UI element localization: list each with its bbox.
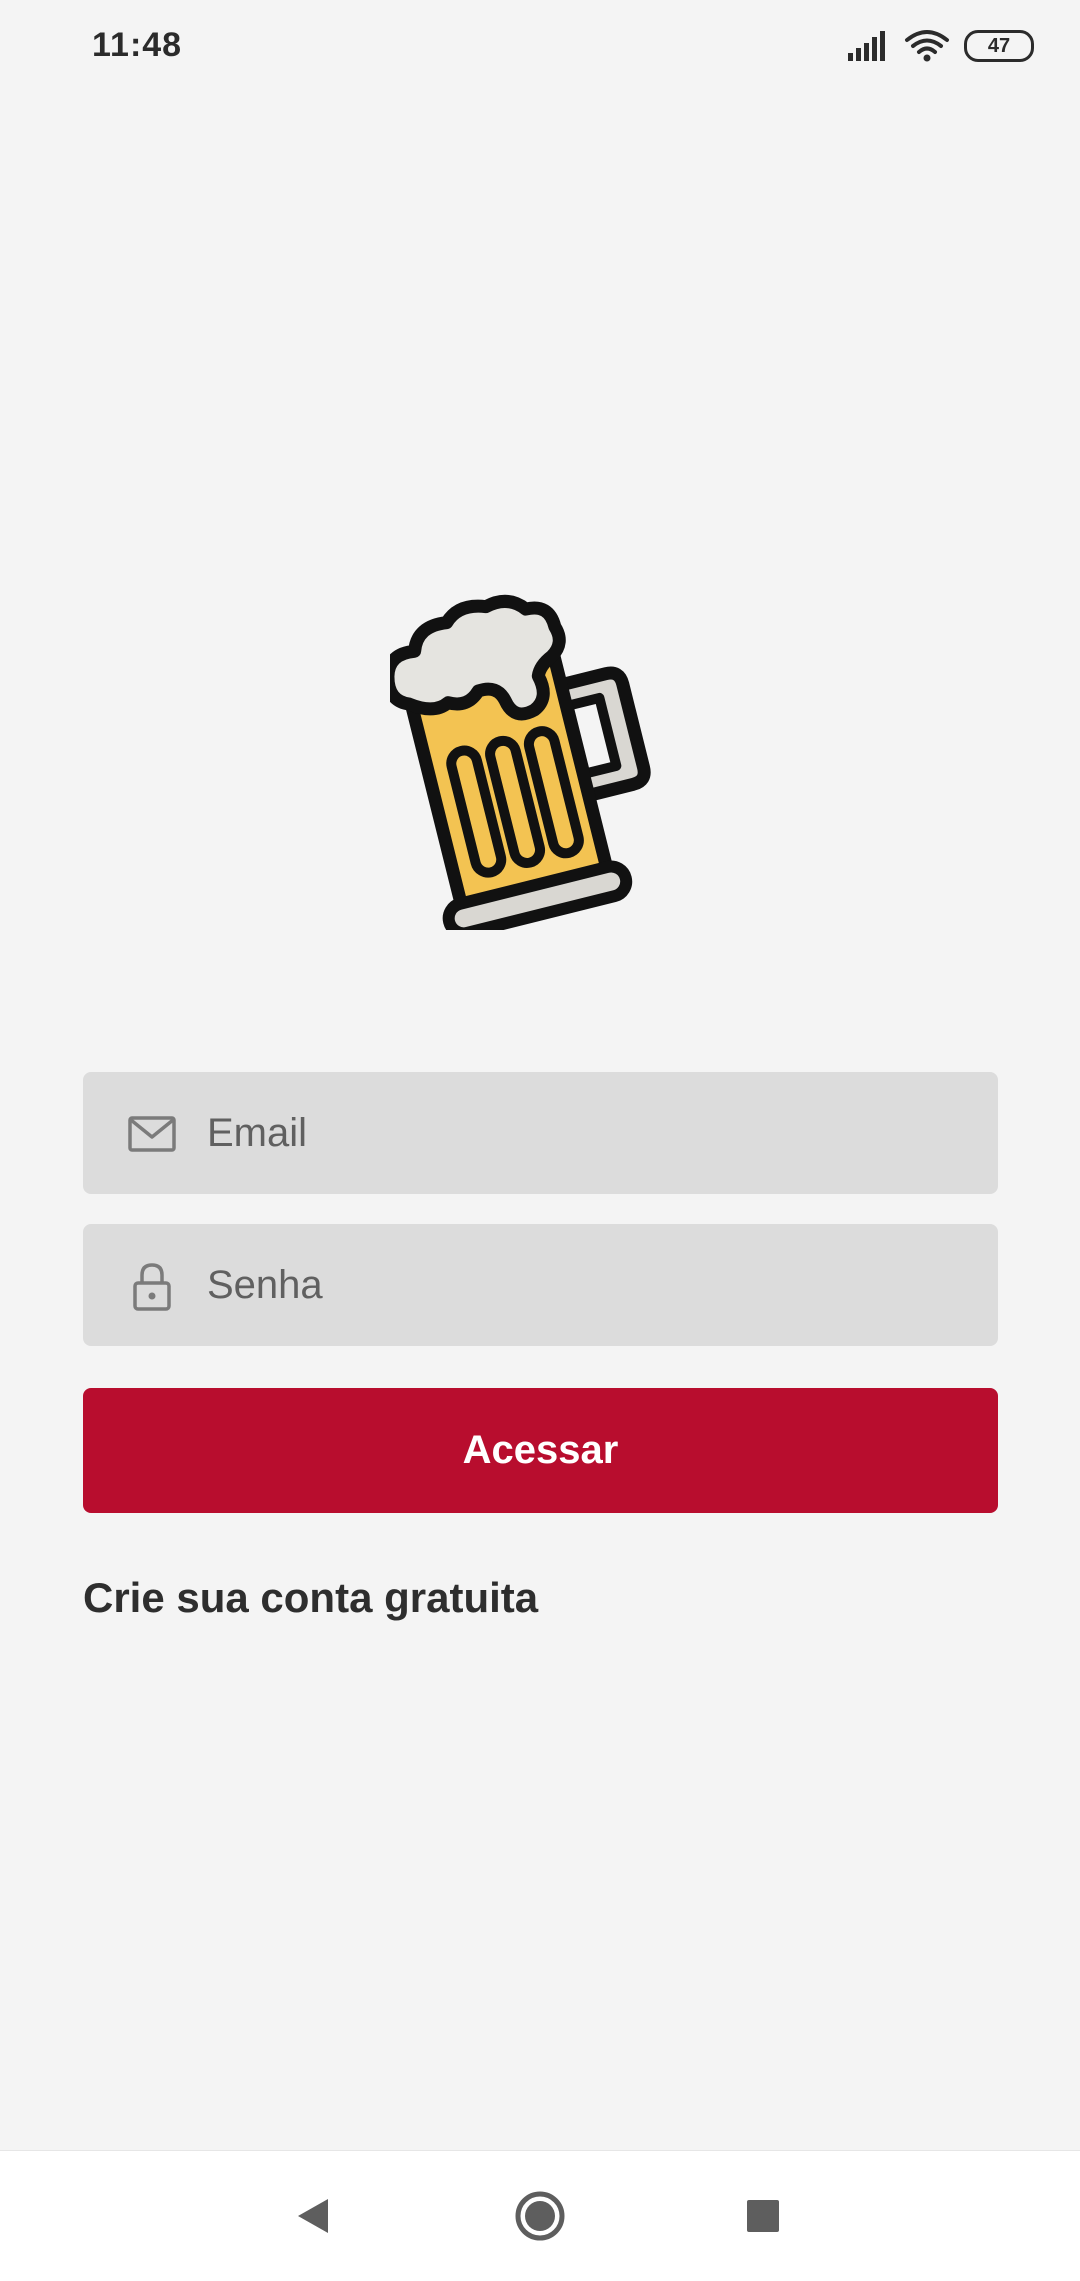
email-input[interactable]	[207, 1072, 967, 1194]
battery-icon: 47	[964, 30, 1034, 62]
status-time: 11:48	[92, 26, 183, 64]
password-field[interactable]	[83, 1224, 998, 1346]
battery-level: 47	[987, 34, 1011, 57]
email-field[interactable]	[83, 1072, 998, 1194]
password-input[interactable]	[207, 1224, 967, 1346]
home-icon[interactable]	[505, 2181, 575, 2251]
back-icon[interactable]	[278, 2181, 348, 2251]
mail-icon	[128, 1116, 176, 1152]
lock-icon	[133, 1263, 171, 1311]
beer-mug-icon	[390, 594, 651, 930]
status-icons: 47	[848, 26, 1034, 66]
status-bar: 11:48 47	[0, 0, 1080, 96]
signal-icon	[848, 31, 885, 61]
login-button[interactable]: Acessar	[83, 1388, 998, 1513]
recents-icon[interactable]	[728, 2181, 798, 2251]
wifi-icon	[905, 30, 949, 62]
system-nav-bar	[0, 2150, 1080, 2281]
signup-link[interactable]: Crie sua conta gratuita	[83, 1574, 538, 1622]
